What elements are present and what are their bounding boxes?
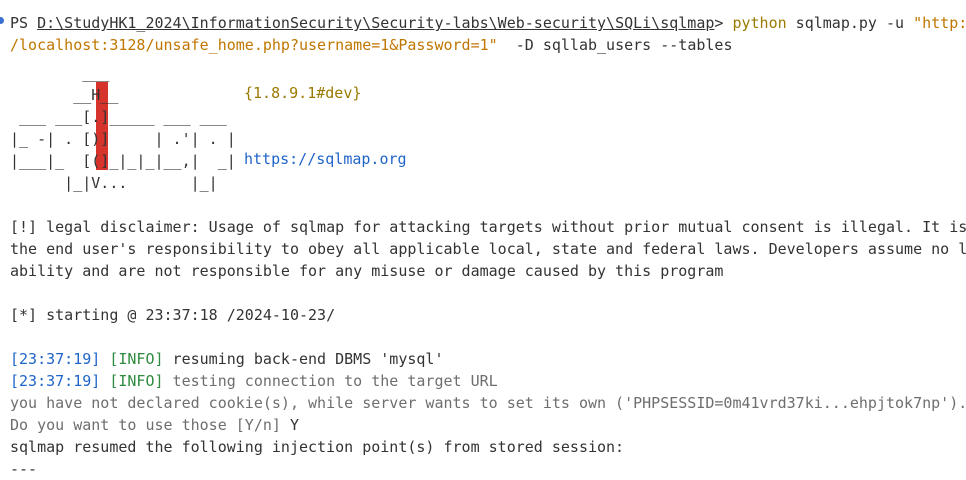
log-message: resuming back-end DBMS 'mysql' (163, 350, 444, 368)
command-script: sqlmap.py -u (786, 14, 914, 32)
command-line-2: /localhost:3128/unsafe_home.php?username… (10, 34, 966, 56)
terminal-output[interactable]: PS D:\StudyHK1_2024\InformationSecurity\… (10, 12, 966, 480)
log-message: testing connection to the target URL (163, 372, 498, 390)
log-level-badge: [INFO] (109, 350, 164, 368)
disclaimer-line-2: the end user's responsibility to obey al… (10, 240, 966, 258)
sqlmap-ascii-banner: ___ __H__ ___ ___[.]_____ ___ ___ |_ -| … (10, 62, 966, 194)
command-url-continued: /localhost:3128/unsafe_home.php?username… (10, 36, 498, 54)
command-url: "http:/ (913, 14, 966, 32)
starting-line: [*] starting @ 23:37:18 /2024-10-23/ (10, 306, 336, 324)
cookie-question: Do you want to use those [Y/n] (10, 416, 290, 434)
cookie-warning-line: you have not declared cookie(s), while s… (10, 394, 966, 412)
terminal-status-dot (0, 17, 4, 24)
disclaimer-line-1: [!] legal disclaimer: Usage of sqlmap fo… (10, 218, 966, 236)
log-line-1: [23:37:19] [INFO] resuming back-end DBMS… (10, 348, 966, 370)
resumed-line: sqlmap resumed the following injection p… (10, 438, 625, 456)
log-timestamp: [23:37:19] (10, 372, 101, 390)
log-timestamp: [23:37:19] (10, 350, 101, 368)
log-line-2: [23:37:19] [INFO] testing connection to … (10, 370, 966, 392)
cookie-question-line: Do you want to use those [Y/n] Y (10, 414, 966, 436)
log-level-badge: [INFO] (109, 372, 164, 390)
cookie-answer: Y (289, 416, 299, 434)
prompt-symbol: > (714, 14, 733, 32)
command-options: -D sqllab_users --tables (497, 36, 733, 54)
sqlmap-site-link[interactable]: https://sqlmap.org (244, 150, 407, 168)
prompt-prefix: PS (10, 14, 38, 32)
sqlmap-version: {1.8.9.1#dev} (244, 84, 362, 102)
disclaimer-line-3: ability and are not responsible for any … (10, 262, 724, 280)
command-line-1: PS D:\StudyHK1_2024\InformationSecurity\… (10, 12, 966, 34)
ascii-art-logo: ___ __H__ ___ ___[.]_____ ___ ___ |_ -| … (10, 64, 236, 192)
command-name: python (732, 14, 787, 32)
prompt-path-link[interactable]: D:\StudyHK1_2024\InformationSecurity\Sec… (37, 14, 714, 32)
